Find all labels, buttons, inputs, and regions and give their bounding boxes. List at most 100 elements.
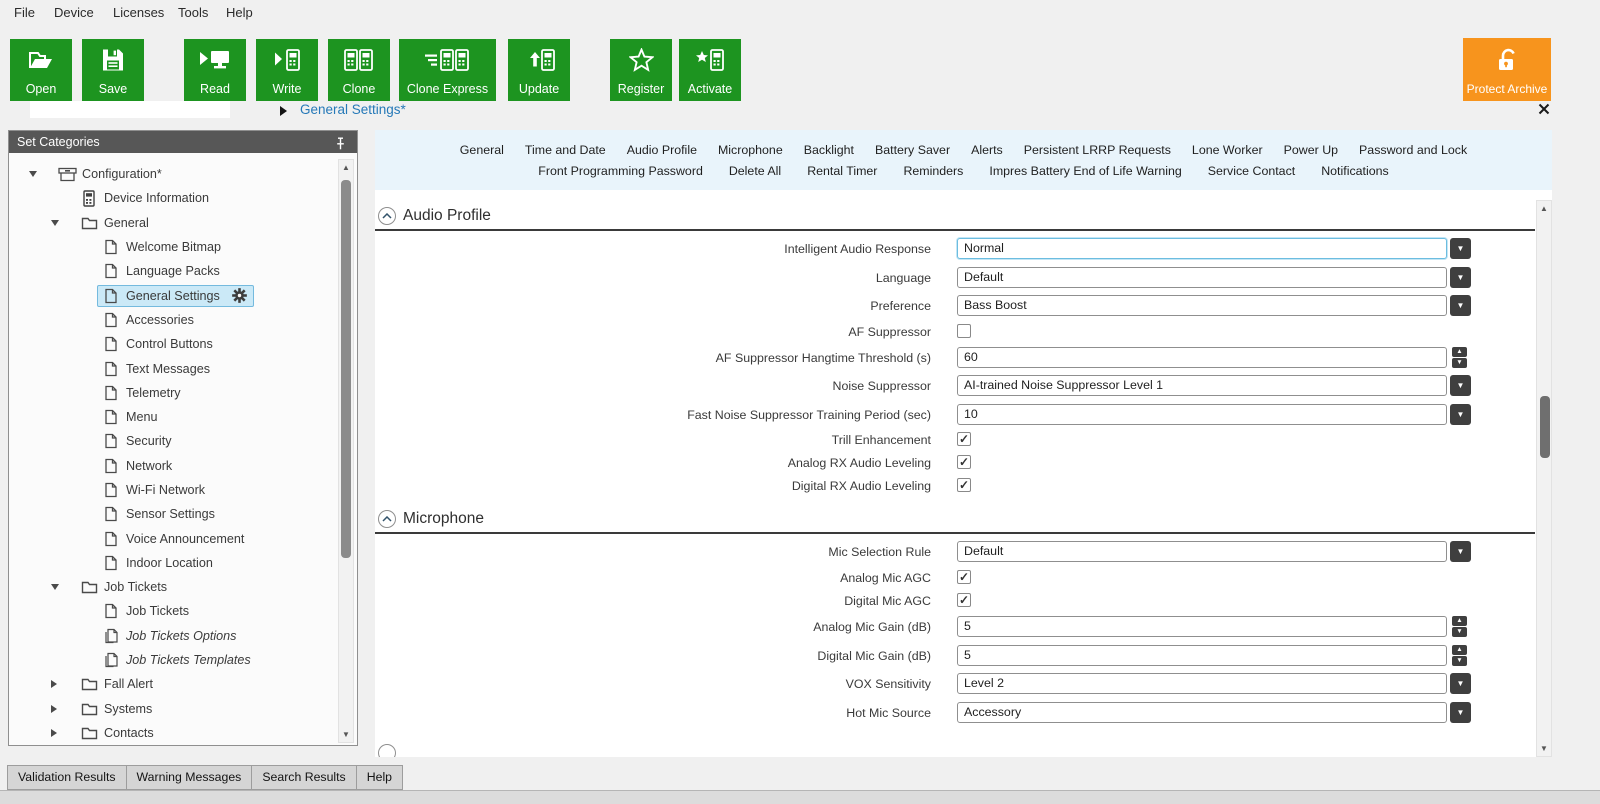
- tree-item-configuration-[interactable]: Configuration*: [9, 162, 357, 186]
- checkbox-af-suppressor[interactable]: [957, 324, 971, 338]
- checkbox-analog-rx-audio-leveling[interactable]: ✓: [957, 455, 971, 469]
- tree-item-device-information[interactable]: Device Information: [9, 186, 357, 210]
- status-tab-warning-messages[interactable]: Warning Messages: [126, 765, 253, 790]
- dropdown-arrow-button[interactable]: ▼: [1450, 541, 1471, 562]
- dropdown-arrow-button[interactable]: ▼: [1450, 404, 1471, 425]
- tree-item-job-tickets-templates[interactable]: Job Tickets Templates: [9, 648, 357, 672]
- dropdown-noise-suppressor[interactable]: AI-trained Noise Suppressor Level 1: [957, 375, 1447, 396]
- tree-item-telemetry[interactable]: Telemetry: [9, 381, 357, 405]
- tree-item-general-settings[interactable]: General Settings: [9, 283, 357, 307]
- tree-item-menu[interactable]: Menu: [9, 405, 357, 429]
- tree-item-voice-announcement[interactable]: Voice Announcement: [9, 526, 357, 550]
- tab-power-up[interactable]: Power Up: [1284, 143, 1338, 157]
- tab-rental-timer[interactable]: Rental Timer: [807, 164, 877, 178]
- tree-item-systems[interactable]: Systems: [9, 697, 357, 721]
- clone-button[interactable]: Clone: [328, 39, 390, 101]
- register-button[interactable]: Register: [610, 39, 672, 101]
- read-button[interactable]: Read: [184, 39, 246, 101]
- menu-item-licenses[interactable]: Licenses: [113, 5, 164, 20]
- tab-audio-profile[interactable]: Audio Profile: [627, 143, 697, 157]
- clone-express-button[interactable]: Clone Express: [399, 39, 496, 101]
- spin-down-button[interactable]: ▼: [1452, 656, 1467, 666]
- scroll-down-icon[interactable]: ▼: [1537, 744, 1551, 753]
- tree-item-text-messages[interactable]: Text Messages: [9, 356, 357, 380]
- dropdown-arrow-button[interactable]: ▼: [1450, 295, 1471, 316]
- tab-battery-saver[interactable]: Battery Saver: [875, 143, 950, 157]
- spin-up-button[interactable]: ▲: [1452, 347, 1467, 357]
- tab-microphone[interactable]: Microphone: [718, 143, 783, 157]
- document-tab-title[interactable]: General Settings*: [300, 102, 406, 117]
- tree-item-security[interactable]: Security: [9, 429, 357, 453]
- activate-button[interactable]: Activate: [679, 39, 741, 101]
- tab-time-and-date[interactable]: Time and Date: [525, 143, 606, 157]
- open-button[interactable]: Open: [10, 39, 72, 101]
- collapse-section-button[interactable]: [378, 744, 396, 757]
- tree-item-network[interactable]: Network: [9, 454, 357, 478]
- menu-item-file[interactable]: File: [14, 5, 35, 20]
- update-button[interactable]: Update: [508, 39, 570, 101]
- save-button[interactable]: Save: [82, 39, 144, 101]
- scroll-up-icon[interactable]: ▲: [339, 163, 353, 172]
- tab-persistent-lrrp-requests[interactable]: Persistent LRRP Requests: [1024, 143, 1171, 157]
- protect-archive-button[interactable]: Protect Archive: [1463, 38, 1551, 101]
- main-scrollbar[interactable]: ▲ ▼: [1536, 200, 1552, 757]
- dropdown-arrow-button[interactable]: ▼: [1450, 238, 1471, 259]
- tab-front-programming-password[interactable]: Front Programming Password: [538, 164, 703, 178]
- write-button[interactable]: Write: [256, 39, 318, 101]
- scroll-down-icon[interactable]: ▼: [339, 730, 353, 739]
- tab-general[interactable]: General: [460, 143, 504, 157]
- dropdown-fast-noise-suppressor-training-period-sec-[interactable]: 10: [957, 404, 1447, 425]
- menu-item-device[interactable]: Device: [54, 5, 94, 20]
- tree-item-control-buttons[interactable]: Control Buttons: [9, 332, 357, 356]
- spin-up-button[interactable]: ▲: [1452, 616, 1467, 626]
- status-tab-help[interactable]: Help: [356, 765, 403, 790]
- tree-item-job-tickets-options[interactable]: Job Tickets Options: [9, 624, 357, 648]
- checkbox-digital-mic-agc[interactable]: ✓: [957, 593, 971, 607]
- tab-service-contact[interactable]: Service Contact: [1208, 164, 1295, 178]
- scrollbar-thumb[interactable]: [341, 180, 351, 558]
- sidebar-scrollbar[interactable]: ▲ ▼: [338, 159, 354, 743]
- checkbox-analog-mic-agc[interactable]: ✓: [957, 570, 971, 584]
- tree-expander[interactable]: [51, 705, 75, 713]
- tree-item-job-tickets[interactable]: Job Tickets: [9, 599, 357, 623]
- tree-item-accessories[interactable]: Accessories: [9, 308, 357, 332]
- tree-expander[interactable]: [29, 171, 53, 177]
- collapse-section-button[interactable]: [378, 207, 396, 225]
- breadcrumb-arrow-icon[interactable]: [280, 106, 287, 116]
- tab-impres-battery-end-of-life-warning[interactable]: Impres Battery End of Life Warning: [989, 164, 1181, 178]
- tab-alerts[interactable]: Alerts: [971, 143, 1003, 157]
- tab-reminders[interactable]: Reminders: [903, 164, 963, 178]
- dropdown-hot-mic-source[interactable]: Accessory: [957, 702, 1447, 723]
- tree-item-indoor-location[interactable]: Indoor Location: [9, 551, 357, 575]
- tree-item-contacts[interactable]: Contacts: [9, 721, 357, 745]
- number-input-analog-mic-gain-db-[interactable]: 5: [957, 616, 1447, 637]
- tree-item-sensor-settings[interactable]: Sensor Settings: [9, 502, 357, 526]
- scrollbar-thumb[interactable]: [1540, 396, 1550, 458]
- menu-item-tools[interactable]: Tools: [178, 5, 208, 20]
- number-input-af-suppressor-hangtime-threshold-s-[interactable]: 60: [957, 347, 1447, 368]
- tab-notifications[interactable]: Notifications: [1321, 164, 1389, 178]
- tree-item-job-tickets[interactable]: Job Tickets: [9, 575, 357, 599]
- dropdown-arrow-button[interactable]: ▼: [1450, 673, 1471, 694]
- gear-icon[interactable]: [232, 288, 247, 303]
- status-tab-search-results[interactable]: Search Results: [251, 765, 356, 790]
- dropdown-preference[interactable]: Bass Boost: [957, 295, 1447, 316]
- tree-item-welcome-bitmap[interactable]: Welcome Bitmap: [9, 235, 357, 259]
- tab-delete-all[interactable]: Delete All: [729, 164, 781, 178]
- tab-lone-worker[interactable]: Lone Worker: [1192, 143, 1263, 157]
- tree-item-fall-alert[interactable]: Fall Alert: [9, 672, 357, 696]
- dropdown-arrow-button[interactable]: ▼: [1450, 702, 1471, 723]
- dropdown-arrow-button[interactable]: ▼: [1450, 267, 1471, 288]
- dropdown-mic-selection-rule[interactable]: Default: [957, 541, 1447, 562]
- tab-password-and-lock[interactable]: Password and Lock: [1359, 143, 1467, 157]
- status-tab-validation-results[interactable]: Validation Results: [7, 765, 127, 790]
- spin-down-button[interactable]: ▼: [1452, 358, 1467, 368]
- tree-expander[interactable]: [51, 584, 75, 590]
- number-input-digital-mic-gain-db-[interactable]: 5: [957, 645, 1447, 666]
- menu-item-help[interactable]: Help: [226, 5, 253, 20]
- tree-expander[interactable]: [51, 220, 75, 226]
- tree-item-general[interactable]: General: [9, 211, 357, 235]
- close-icon[interactable]: [1538, 103, 1550, 118]
- tree-expander[interactable]: [51, 729, 75, 737]
- dropdown-vox-sensitivity[interactable]: Level 2: [957, 673, 1447, 694]
